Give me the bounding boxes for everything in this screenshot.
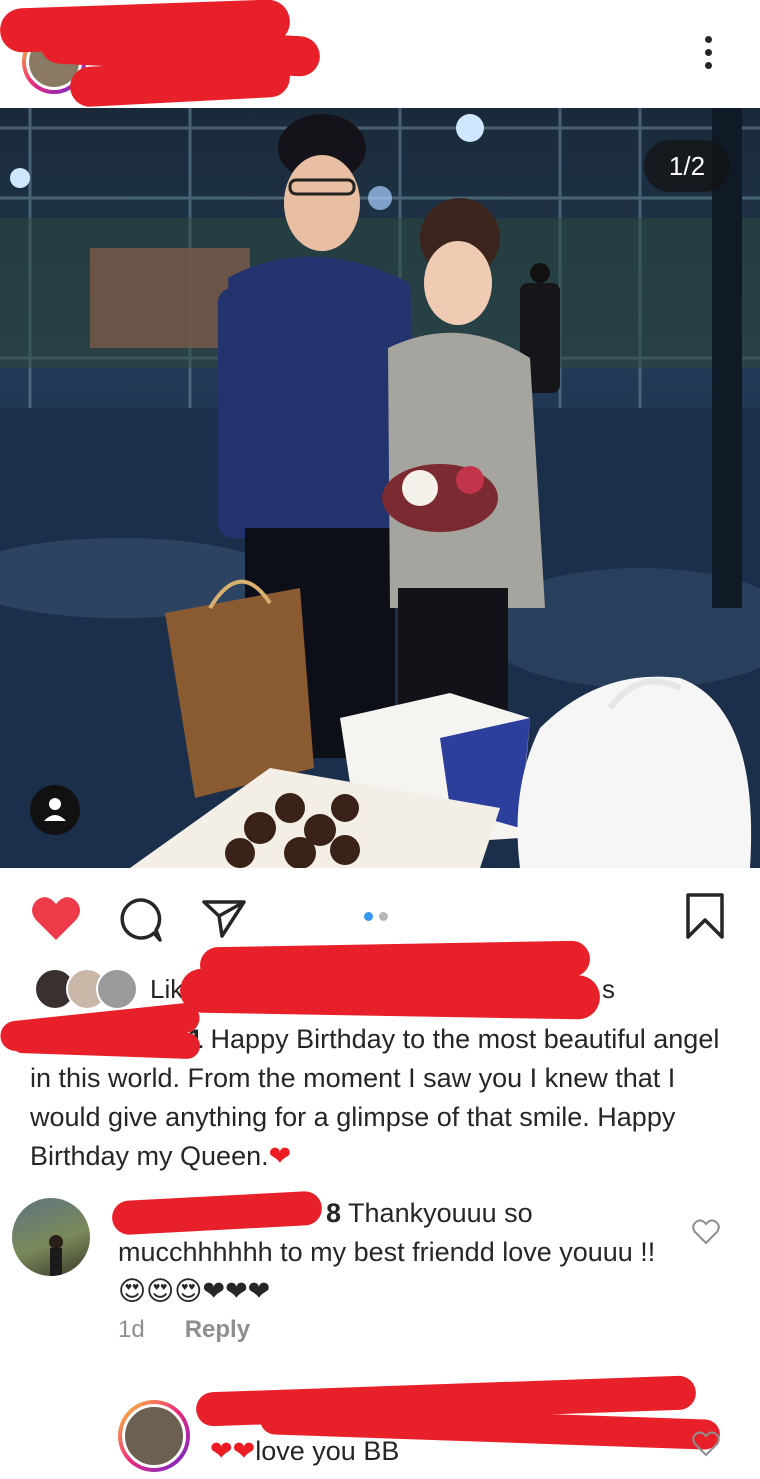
comment-age: 1d [118, 1316, 145, 1343]
comment-username-fragment: 8 [326, 1198, 342, 1228]
carousel-indicator [364, 908, 396, 921]
comment-emojis: ❤❤ [210, 1436, 256, 1466]
photo-counter: 1/2 [644, 140, 730, 192]
redaction-scribble [179, 968, 601, 1020]
liker-avatar [96, 968, 138, 1010]
carousel-dot-active [364, 912, 373, 921]
caption-heart-emoji: ❤ [268, 1141, 292, 1171]
save-button[interactable] [684, 892, 726, 940]
more-options-button[interactable] [700, 36, 716, 76]
post-photo[interactable] [0, 108, 760, 868]
likes-suffix: s [602, 974, 615, 1004]
comment-emojis: 😍😍😍❤❤❤ [118, 1276, 271, 1306]
comment-button[interactable] [116, 896, 164, 944]
comment-like-button[interactable] [692, 1430, 720, 1458]
heart-filled-icon [32, 897, 80, 940]
comment-bubble-icon [120, 898, 162, 942]
bookmark-icon [686, 893, 724, 939]
comment-text: ❤❤love you BB [210, 1436, 400, 1466]
commenter-photo [49, 1235, 63, 1276]
heart-outline-icon [692, 1219, 720, 1245]
likes-label: Lik [150, 974, 184, 1004]
carousel-dot [379, 912, 388, 921]
comment-meta: 1d Reply [118, 1316, 250, 1344]
person-icon [44, 798, 66, 821]
comment-like-button[interactable] [692, 1218, 720, 1246]
heart-outline-icon [692, 1431, 720, 1457]
more-vertical-icon [704, 36, 712, 43]
commenter-avatar[interactable] [12, 1198, 90, 1276]
like-button[interactable] [30, 894, 82, 942]
photo-illustration [0, 108, 760, 868]
share-button[interactable] [200, 896, 248, 940]
paper-plane-icon [202, 900, 246, 938]
reply-button[interactable]: Reply [185, 1316, 250, 1343]
commenter-avatar[interactable] [118, 1400, 190, 1472]
tagged-users-button[interactable] [30, 785, 80, 835]
